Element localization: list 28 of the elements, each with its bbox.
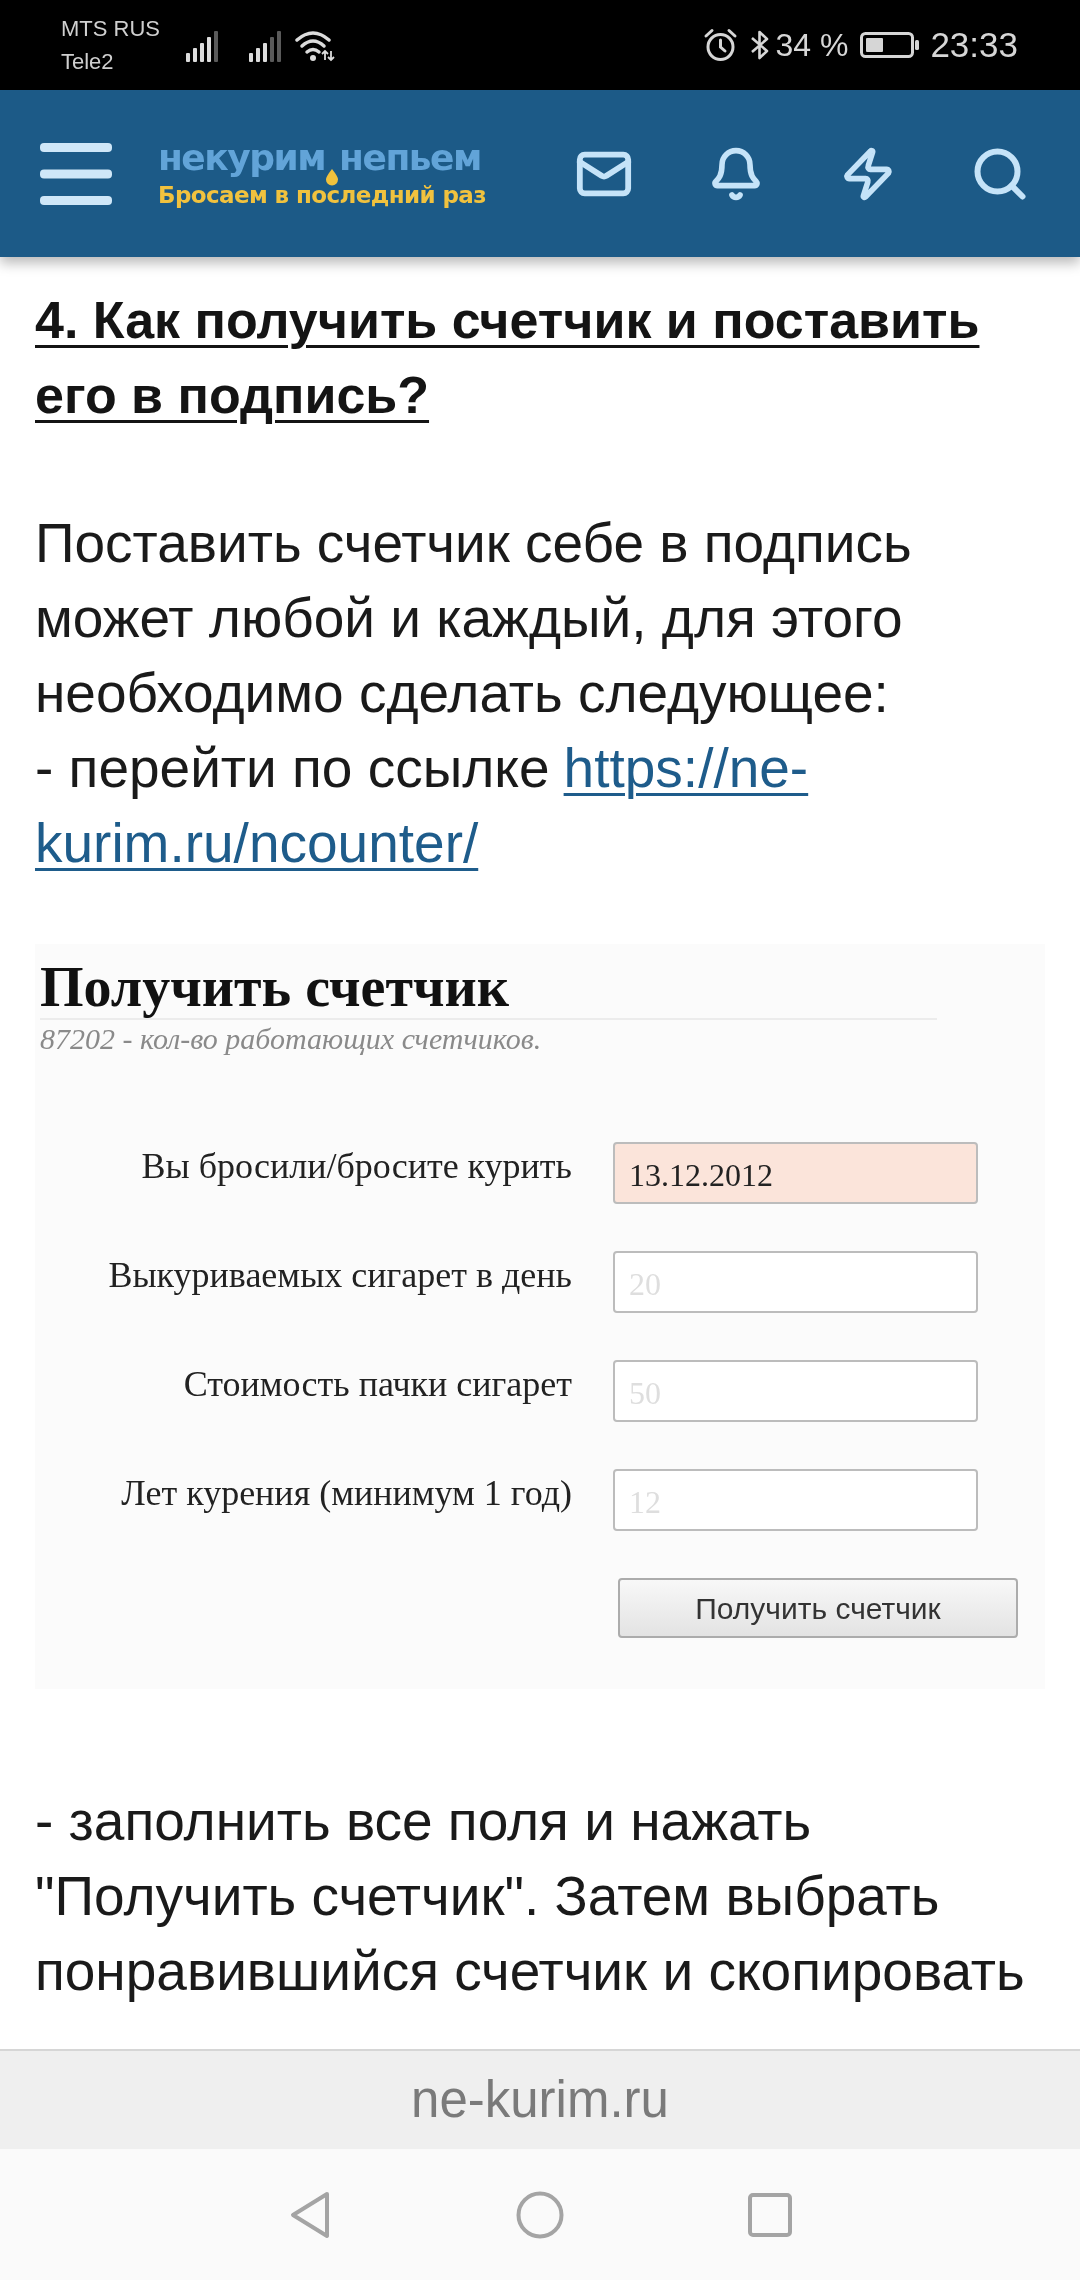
input-field[interactable]: 13.12.2012 bbox=[613, 1142, 978, 1204]
carrier-name: Tele2 bbox=[61, 48, 114, 76]
battery-icon bbox=[860, 32, 921, 58]
form-subtitle: 87202 - кол-во работающих счетчиков. bbox=[40, 1023, 542, 1055]
wifi-icon bbox=[295, 28, 335, 62]
menu-icon[interactable] bbox=[40, 142, 112, 205]
form-label: Выкуриваемых сигарет в день bbox=[108, 1255, 572, 1295]
form-label: Вы бросили/бросите курить bbox=[141, 1146, 572, 1186]
step-text: - перейти по ссылке bbox=[35, 736, 550, 801]
logo-tagline: Бросаем в последний раз bbox=[158, 180, 486, 209]
url-text[interactable]: ne-kurim.ru bbox=[411, 2071, 669, 2129]
form-label: Лет курения (минимум 1 год) bbox=[121, 1473, 572, 1513]
counter-link[interactable]: https://ne- bbox=[563, 731, 809, 806]
carrier-name: MTS RUS bbox=[61, 15, 160, 43]
drop-icon bbox=[326, 168, 339, 186]
signal-icon bbox=[185, 28, 219, 62]
intro-paragraph: Поставить счетчик себе в подпись может любой и каждый, для этого необходимо сделать следующее: bbox=[35, 511, 913, 726]
bluetooth-icon bbox=[750, 29, 770, 61]
counter-link[interactable]: kurim.ru/ncounter/ bbox=[35, 812, 479, 874]
battery-percent: 34 % bbox=[775, 26, 849, 64]
clock-time: 23:33 bbox=[930, 25, 1018, 65]
signal-icon bbox=[248, 28, 282, 62]
get-counter-button[interactable]: Получить счетчик bbox=[618, 1578, 1018, 1638]
alarm-clock-icon bbox=[703, 27, 739, 63]
form-title: Получить счетчик bbox=[40, 956, 509, 1018]
form-label: Стоимость пачки сигарет bbox=[183, 1364, 572, 1404]
instruction-paragraph: - заполнить все поля и нажать "Получить счетчик". Затем выбрать понравившийся счетчик и скопировать bbox=[35, 1789, 1026, 2004]
article-heading: 4. Как получить счетчик и поставить его в подпись? bbox=[35, 290, 981, 426]
